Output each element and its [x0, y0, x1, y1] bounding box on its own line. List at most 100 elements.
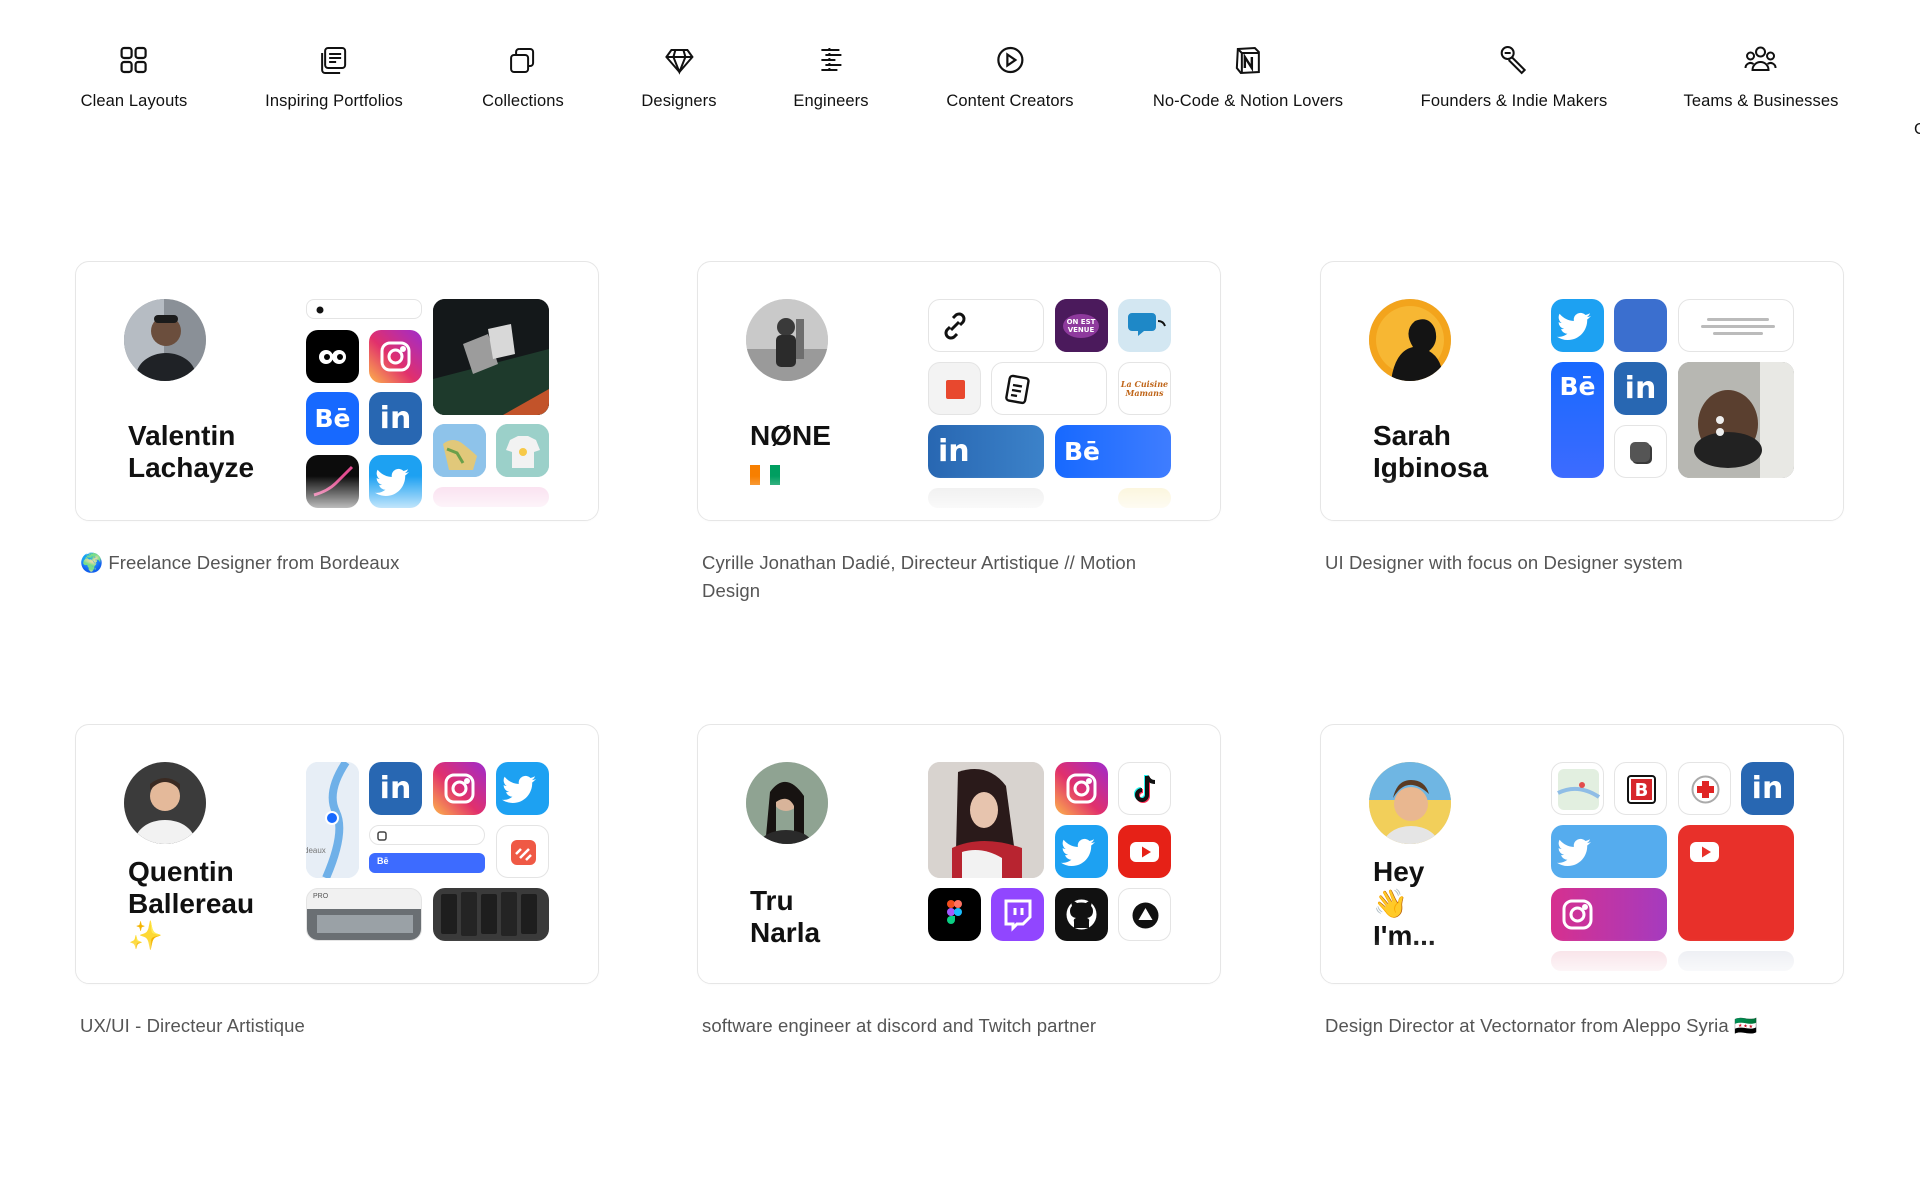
- avatar: [124, 762, 206, 844]
- behance-icon[interactable]: Bē: [306, 392, 359, 445]
- nav-item-overflow[interactable]: C: [1914, 121, 1920, 139]
- twitter-icon[interactable]: [369, 455, 422, 508]
- nav-label: Collections: [482, 92, 564, 110]
- blue-tile[interactable]: [1614, 299, 1667, 352]
- play-icon: [992, 42, 1028, 78]
- nav-item-engineers[interactable]: Engineers: [793, 42, 869, 111]
- portrait-image[interactable]: [928, 762, 1044, 878]
- profile-bio: software engineer at discord and Twitch …: [702, 1015, 1097, 1036]
- red-cross-icon[interactable]: [1678, 762, 1731, 815]
- profile-name: Valentin Lachayze: [128, 420, 255, 483]
- profile-bio: UI Designer with focus on Designer syste…: [1325, 552, 1683, 573]
- grey-tile[interactable]: [1678, 951, 1794, 971]
- text-tile[interactable]: [1678, 299, 1794, 352]
- map-icon[interactable]: [1551, 762, 1604, 815]
- eyes-icon[interactable]: [306, 330, 359, 383]
- github-icon[interactable]: [1055, 888, 1108, 941]
- linkedin-icon[interactable]: in: [369, 762, 422, 815]
- grey-tile[interactable]: [928, 488, 1044, 508]
- behance-icon[interactable]: Bē: [1055, 425, 1171, 478]
- figma-icon[interactable]: [928, 888, 981, 941]
- portrait-image[interactable]: [1678, 362, 1794, 478]
- tiktok-icon[interactable]: [1118, 762, 1171, 815]
- portfolio-image[interactable]: [433, 299, 549, 415]
- instagram-icon[interactable]: [433, 762, 486, 815]
- youtube-icon[interactable]: [1118, 825, 1171, 878]
- twitter-icon[interactable]: [496, 762, 549, 815]
- svg-text:B: B: [1635, 780, 1649, 801]
- notes-tile[interactable]: [991, 362, 1107, 415]
- avatar: [746, 299, 828, 381]
- profile-card-hey[interactable]: Hey 👋 I'm... B in: [1320, 724, 1844, 984]
- behance-icon[interactable]: Bē: [1551, 362, 1604, 478]
- status-tile: [306, 299, 422, 319]
- profile-bio: Design Director at Vectornator from Alep…: [1325, 1015, 1758, 1036]
- chart-thumbnail[interactable]: [306, 455, 359, 508]
- notion-icon: [1230, 42, 1266, 78]
- profile-card-tru[interactable]: Tru Narla: [697, 724, 1221, 984]
- nav-item-clean-layouts[interactable]: Clean Layouts: [81, 42, 188, 111]
- nav-label: Content Creators: [946, 92, 1074, 110]
- tools-icon: [1496, 42, 1532, 78]
- chat-bubble-icon[interactable]: [1118, 299, 1171, 352]
- yellow-tile[interactable]: [1118, 488, 1171, 508]
- category-nav: Clean Layouts Inspiring Portfolios Colle…: [0, 42, 1920, 138]
- link-tile[interactable]: [928, 299, 1044, 352]
- app-icon[interactable]: [1614, 425, 1667, 478]
- pink-tile[interactable]: [433, 487, 549, 507]
- nav-item-founders-indie-makers[interactable]: Founders & Indie Makers: [1421, 42, 1608, 111]
- linkedin-icon[interactable]: in: [1614, 362, 1667, 415]
- pink-tile[interactable]: [1551, 951, 1667, 971]
- profile-card-none[interactable]: NØNE ON EST VENUE La Cuisine Mamans in B…: [697, 261, 1221, 521]
- shirt-image[interactable]: [496, 424, 549, 477]
- profile-bio: 🌍 Freelance Designer from Bordeaux: [80, 552, 400, 573]
- youtube-icon[interactable]: [1678, 825, 1794, 941]
- nav-item-no-code-notion[interactable]: No-Code & Notion Lovers: [1153, 42, 1343, 111]
- profile-name: Quentin Ballereau ✨: [128, 856, 255, 951]
- nav-item-collections[interactable]: Collections: [482, 42, 564, 111]
- linkedin-icon[interactable]: in: [1741, 762, 1794, 815]
- nav-item-designers[interactable]: Designers: [641, 42, 716, 111]
- map-image[interactable]: [433, 424, 486, 477]
- portfolio-icon: [316, 42, 352, 78]
- nav-label: Engineers: [793, 92, 869, 110]
- profile-card-valentin[interactable]: Valentin Lachayze Bē in: [75, 261, 599, 521]
- sticker-image[interactable]: ON EST VENUE: [1055, 299, 1108, 352]
- map-image[interactable]: deaux: [306, 762, 359, 878]
- nav-item-inspiring-portfolios[interactable]: Inspiring Portfolios: [265, 42, 403, 111]
- nav-item-teams-businesses[interactable]: Teams & Businesses: [1684, 42, 1839, 111]
- profile-name: Sarah Igbinosa: [1373, 420, 1489, 483]
- ivory-coast-flag-icon: [750, 460, 780, 485]
- nav-item-content-creators[interactable]: Content Creators: [946, 42, 1074, 111]
- twitch-icon[interactable]: [991, 888, 1044, 941]
- avatar: [124, 299, 206, 381]
- twitter-icon[interactable]: [1055, 825, 1108, 878]
- bold-b-icon[interactable]: B: [1614, 762, 1667, 815]
- diamond-icon: [661, 42, 697, 78]
- twitter-icon[interactable]: [1551, 825, 1667, 878]
- instagram-icon[interactable]: [1055, 762, 1108, 815]
- triangle-logo-icon[interactable]: [1118, 888, 1171, 941]
- linkedin-icon[interactable]: in: [369, 392, 422, 445]
- linkedin-icon[interactable]: in: [928, 425, 1044, 478]
- profile-name: NØNE: [750, 420, 831, 485]
- website-screenshot[interactable]: PRO: [306, 888, 422, 941]
- profile-name: Hey 👋 I'm...: [1373, 856, 1436, 951]
- card-fade: [698, 963, 1220, 983]
- red-square-tile[interactable]: [928, 362, 981, 415]
- nav-label: Clean Layouts: [80, 92, 188, 110]
- nav-label: Teams & Businesses: [1683, 92, 1839, 110]
- instagram-icon[interactable]: [369, 330, 422, 383]
- profile-card-sarah[interactable]: Sarah Igbinosa Bē in: [1320, 261, 1844, 521]
- nav-label: Inspiring Portfolios: [265, 92, 403, 110]
- avatar: [746, 762, 828, 844]
- instagram-icon[interactable]: [1551, 888, 1667, 941]
- twitter-icon[interactable]: [1551, 299, 1604, 352]
- mini-behance-tile[interactable]: Bē: [369, 853, 485, 873]
- profile-card-quentin[interactable]: Quentin Ballereau ✨ deaux in Bē PRO: [75, 724, 599, 984]
- app-icon[interactable]: [496, 825, 549, 878]
- script-logo-tile[interactable]: La Cuisine Mamans: [1118, 362, 1171, 415]
- mini-link-tile[interactable]: [369, 825, 485, 845]
- profile-bio: UX/UI - Directeur Artistique: [80, 1015, 305, 1036]
- app-screens-image[interactable]: [433, 888, 549, 941]
